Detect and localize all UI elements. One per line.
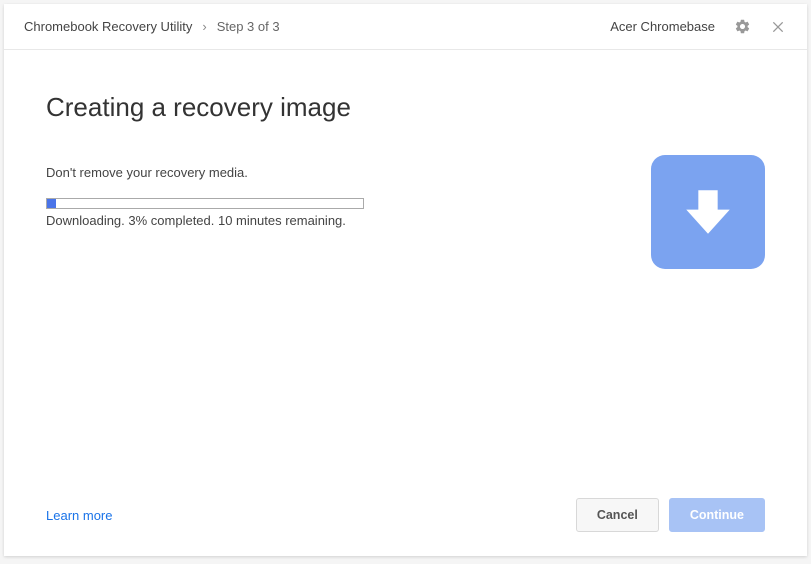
learn-more-link[interactable]: Learn more (46, 508, 112, 523)
progress-fill (47, 199, 56, 208)
step-label: Step 3 of 3 (217, 19, 280, 34)
progress-section: Downloading. 3% completed. 10 minutes re… (46, 198, 364, 228)
progress-status-text: Downloading. 3% completed. 10 minutes re… (46, 213, 364, 228)
app-title: Chromebook Recovery Utility (24, 19, 192, 34)
footer-bar: Learn more Cancel Continue (4, 486, 807, 556)
breadcrumb: Chromebook Recovery Utility › Step 3 of … (24, 19, 280, 34)
content-area: Creating a recovery image Don't remove y… (4, 50, 807, 486)
device-label: Acer Chromebase (610, 19, 715, 34)
download-icon (651, 155, 765, 269)
app-window: Chromebook Recovery Utility › Step 3 of … (4, 4, 807, 556)
header-right: Acer Chromebase (610, 18, 787, 36)
header-bar: Chromebook Recovery Utility › Step 3 of … (4, 4, 807, 50)
cancel-button[interactable]: Cancel (576, 498, 659, 532)
close-icon[interactable] (769, 18, 787, 36)
progress-bar (46, 198, 364, 209)
breadcrumb-separator: › (202, 19, 206, 34)
continue-button: Continue (669, 498, 765, 532)
gear-icon[interactable] (733, 18, 751, 36)
page-title: Creating a recovery image (46, 92, 765, 123)
